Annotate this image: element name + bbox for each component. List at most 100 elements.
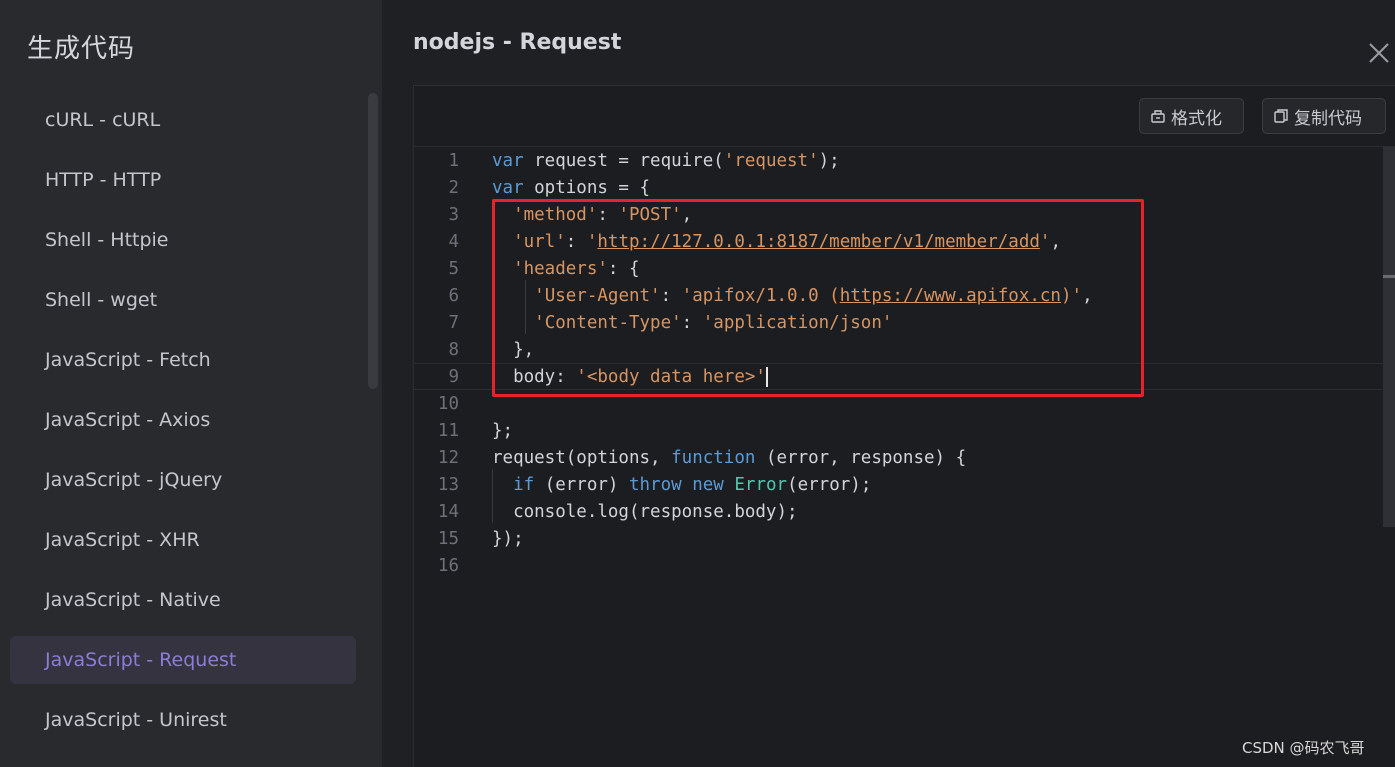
code-token: : bbox=[565, 231, 587, 252]
code-token: '<body data here>' bbox=[576, 366, 766, 387]
sidebar-item-label: JavaScript - Request bbox=[45, 649, 237, 671]
format-icon bbox=[1151, 110, 1165, 123]
sidebar-item[interactable]: JavaScript - Request bbox=[10, 636, 356, 684]
code-text: }; bbox=[492, 421, 513, 441]
code-text: if (error) throw new Error(error); bbox=[492, 475, 871, 495]
code-line[interactable]: 15}); bbox=[414, 525, 1384, 552]
line-number: 10 bbox=[437, 393, 459, 414]
code-token: function bbox=[671, 447, 756, 468]
code-token: https://www.apifox.cn bbox=[839, 285, 1061, 306]
code-token: (error) bbox=[534, 474, 629, 495]
code-area[interactable]: 16 15}); 14 console.log(response.body); 1 3 … bbox=[414, 147, 1395, 767]
sidebar-item-label: HTTP - HTTP bbox=[45, 169, 162, 191]
code-token: if bbox=[513, 474, 535, 495]
code-line[interactable]: 5 'headers': { bbox=[414, 255, 1384, 282]
code-token: http://127.0.0.1:8187/member/v1/member/a… bbox=[597, 231, 1040, 252]
code-token: )' bbox=[1060, 285, 1083, 306]
line-number: 1 bbox=[448, 150, 459, 171]
code-line[interactable]: 14 console.log(response.body); bbox=[414, 498, 1384, 525]
code-text: 'User-Agent': 'apifox/1.0.0 (https://www… bbox=[492, 285, 1093, 306]
code-token: console.log(response.body); bbox=[492, 501, 798, 522]
line-number: 3 bbox=[448, 204, 459, 225]
sidebar-item[interactable]: JavaScript - Axios bbox=[10, 396, 356, 444]
sidebar-item-label: JavaScript - XHR bbox=[45, 529, 200, 551]
code-token: request = require( bbox=[523, 150, 724, 171]
code-line[interactable]: 9 body: '<body data here>' bbox=[414, 363, 1384, 390]
sidebar-scrollbar[interactable] bbox=[368, 93, 378, 389]
text-caret bbox=[765, 366, 768, 387]
code-token: 'Content-Type' bbox=[534, 312, 682, 333]
editor-scrollbar[interactable] bbox=[1383, 147, 1395, 527]
code-token: 'application/json' bbox=[702, 312, 893, 333]
close-icon[interactable] bbox=[1366, 40, 1392, 66]
code-token: new bbox=[692, 474, 724, 495]
code-token: , bbox=[1082, 285, 1093, 306]
code-text: 'url': 'http://127.0.0.1:8187/member/v1/… bbox=[492, 232, 1061, 252]
line-number: 7 bbox=[448, 312, 459, 333]
sidebar-item-label: JavaScript - Unirest bbox=[45, 709, 227, 731]
line-number: 12 bbox=[437, 447, 459, 468]
code-token: var bbox=[492, 177, 524, 198]
sidebar-item[interactable]: JavaScript - XHR bbox=[10, 516, 356, 564]
code-line[interactable]: 16 bbox=[414, 552, 1384, 579]
sidebar-item[interactable]: JavaScript - jQuery bbox=[10, 456, 356, 504]
code-line[interactable]: 13 if (error) throw new Error(error); bbox=[414, 471, 1384, 498]
code-token: Error bbox=[734, 474, 788, 495]
watermark: CSDN @码农飞哥 bbox=[1242, 739, 1365, 757]
indent-guide bbox=[525, 280, 526, 334]
sidebar-item[interactable]: JavaScript - Fetch bbox=[10, 336, 356, 384]
line-number: 11 bbox=[437, 420, 459, 441]
sidebar-item[interactable]: cURL - cURL bbox=[10, 96, 356, 144]
copy-icon bbox=[1274, 109, 1288, 123]
code-line[interactable]: 6 'User-Agent': 'apifox/1.0.0 (https://w… bbox=[414, 282, 1384, 309]
code-token: 'method' bbox=[513, 204, 598, 225]
copy-code-button[interactable]: 复制代码 bbox=[1262, 98, 1386, 134]
code-token: throw bbox=[628, 474, 682, 495]
line-number: 8 bbox=[448, 339, 459, 360]
sidebar-item-label: JavaScript - Axios bbox=[45, 409, 211, 431]
sidebar-item-label: JavaScript - jQuery bbox=[45, 469, 223, 491]
code-token: : bbox=[681, 312, 703, 333]
code-line[interactable]: 7 'Content-Type': 'application/json' bbox=[414, 309, 1384, 336]
code-text: body: '<body data here>' bbox=[492, 366, 768, 387]
code-text: request(options, function (error, respon… bbox=[492, 448, 966, 468]
line-number: 2 bbox=[448, 177, 459, 198]
sidebar-item[interactable]: Shell - Httpie bbox=[10, 216, 356, 264]
sidebar-item-label: JavaScript - Fetch bbox=[45, 349, 211, 371]
code-text: 'headers': { bbox=[492, 259, 639, 279]
code-line[interactable]: 11}; bbox=[414, 417, 1384, 444]
code-editor[interactable]: 格式化 复制代码 16 15}); 14 console.log(response.… bbox=[413, 85, 1395, 767]
sidebar-item-label: Shell - wget bbox=[45, 289, 158, 311]
code-line[interactable]: 1 var request = require('request'); bbox=[414, 147, 1384, 174]
editor-scrollbar-marker bbox=[1383, 275, 1395, 278]
line-number: 9 bbox=[448, 366, 459, 387]
code-token: var bbox=[492, 150, 524, 171]
code-token: ' bbox=[586, 231, 598, 252]
sidebar-item-label: Shell - Httpie bbox=[45, 229, 169, 251]
line-number: 4 bbox=[448, 231, 459, 252]
code-token: : bbox=[660, 285, 682, 306]
format-button[interactable]: 格式化 bbox=[1139, 98, 1244, 134]
code-token: 'User-Agent' bbox=[534, 285, 661, 306]
code-text: }, bbox=[492, 340, 534, 360]
sidebar: 生成代码 cURL - cURL HTTP - HTTP Shell - Httpi… bbox=[0, 0, 382, 767]
sidebar-item[interactable]: HTTP - HTTP bbox=[10, 156, 356, 204]
code-line[interactable]: 12 request(options, function (error, resp… bbox=[414, 444, 1384, 471]
code-line[interactable]: 3 'method': 'POST', bbox=[414, 201, 1384, 228]
sidebar-item[interactable]: JavaScript - Unirest bbox=[10, 696, 356, 744]
sidebar-item-label: cURL - cURL bbox=[45, 109, 161, 131]
code-line[interactable]: 10 bbox=[414, 390, 1384, 417]
code-line[interactable]: 2 var options = { bbox=[414, 174, 1384, 201]
indent-guide bbox=[492, 469, 493, 523]
code-line[interactable]: 4 'url': 'http://127.0.0.1:8187/member/v… bbox=[414, 228, 1384, 255]
code-text: 'Content-Type': 'application/json' bbox=[492, 313, 892, 333]
sidebar-item[interactable]: Shell - wget bbox=[10, 276, 356, 324]
code-token: }; bbox=[492, 420, 514, 441]
code-token: , bbox=[681, 204, 693, 225]
sidebar-item[interactable]: JavaScript - Native bbox=[10, 576, 356, 624]
code-line[interactable]: 8 }, bbox=[414, 336, 1384, 363]
